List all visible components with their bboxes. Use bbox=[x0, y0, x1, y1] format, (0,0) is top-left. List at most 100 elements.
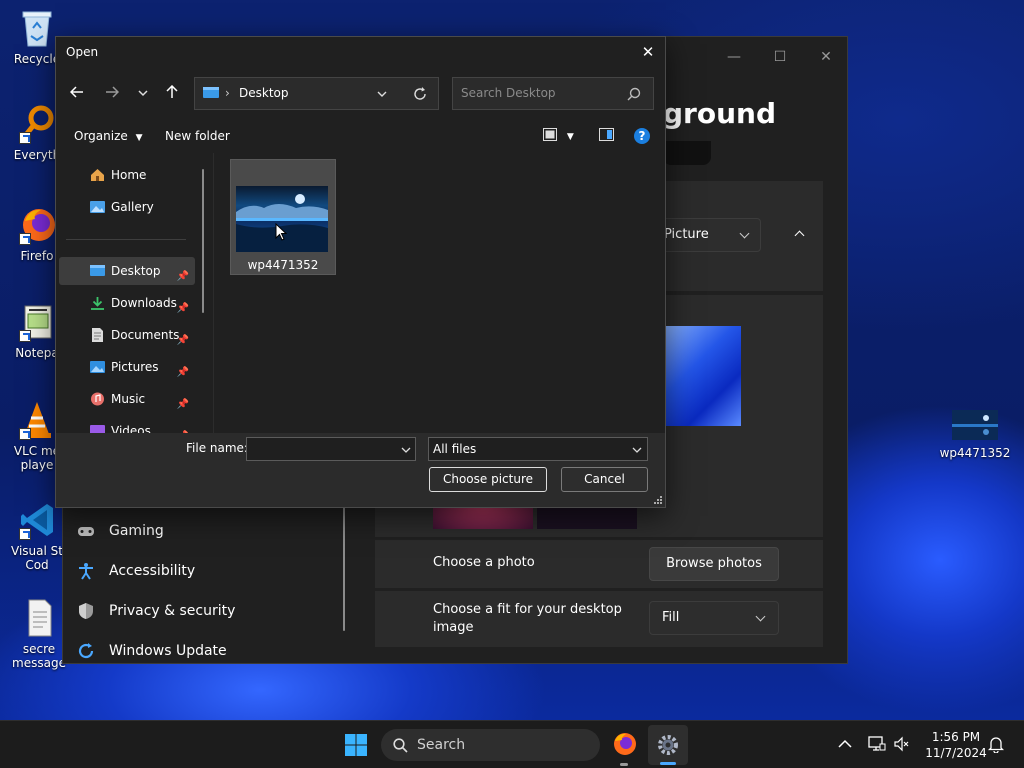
browse-photos-button[interactable]: Browse photos bbox=[649, 547, 779, 581]
taskbar-settings[interactable] bbox=[648, 725, 688, 765]
address-location[interactable]: Desktop bbox=[239, 78, 289, 109]
shortcut-arrow-icon bbox=[19, 233, 31, 245]
download-icon bbox=[91, 297, 104, 310]
file-type-select[interactable]: All files bbox=[428, 437, 648, 461]
vlc-cone-icon bbox=[19, 400, 55, 440]
nav-privacy-security[interactable]: Privacy & security bbox=[75, 593, 335, 629]
open-file-dialog: Open ✕ › Desktop Search Desktop Organize… bbox=[55, 36, 666, 508]
sidebar-item-documents[interactable]: Documents 📌 bbox=[59, 321, 195, 349]
sidebar-item-downloads[interactable]: Downloads 📌 bbox=[59, 289, 195, 317]
window-close-button[interactable]: ✕ bbox=[803, 43, 847, 71]
search-icon bbox=[393, 738, 408, 753]
collapse-button[interactable] bbox=[787, 221, 813, 247]
nav-scrollbar[interactable] bbox=[343, 507, 345, 631]
desktop-icon-wp4471352[interactable]: wp4471352 bbox=[938, 408, 1012, 460]
windows-logo-icon bbox=[345, 734, 367, 756]
new-folder-button[interactable]: New folder bbox=[165, 129, 230, 143]
address-bar[interactable]: › Desktop bbox=[194, 77, 439, 110]
arrow-left-icon bbox=[69, 86, 83, 98]
pin-icon[interactable]: 📌 bbox=[177, 327, 189, 355]
search-placeholder: Search Desktop bbox=[461, 86, 556, 100]
chevron-down-icon[interactable] bbox=[377, 89, 387, 99]
pin-icon[interactable]: 📌 bbox=[177, 391, 189, 419]
maximize-button[interactable]: ☐ bbox=[757, 43, 803, 71]
chevron-down-icon bbox=[755, 611, 766, 622]
chevron-up-icon bbox=[794, 230, 805, 241]
firefox-icon bbox=[19, 205, 55, 245]
notification-bell-icon[interactable] bbox=[988, 736, 1004, 753]
taskbar: Search 1:56 PM 11/7/2024 bbox=[0, 720, 1024, 768]
nav-windows-update[interactable]: Windows Update bbox=[75, 633, 335, 663]
arrow-up-icon bbox=[166, 84, 178, 98]
gallery-icon bbox=[90, 201, 105, 213]
sidebar-scrollbar[interactable] bbox=[202, 169, 204, 313]
shortcut-arrow-icon bbox=[19, 428, 31, 440]
title-decoration bbox=[663, 141, 711, 165]
choose-fit-label: Choose a fit for your desktop image bbox=[433, 602, 622, 635]
search-input[interactable]: Search Desktop bbox=[452, 77, 654, 110]
forward-button[interactable] bbox=[98, 79, 126, 109]
taskbar-search[interactable]: Search bbox=[381, 729, 600, 761]
chevron-down-icon[interactable] bbox=[401, 446, 411, 454]
back-button[interactable] bbox=[63, 79, 91, 109]
firefox-icon bbox=[614, 733, 636, 755]
sidebar-divider bbox=[66, 239, 186, 240]
documents-icon bbox=[92, 328, 103, 342]
file-item[interactable]: wp4471352 bbox=[230, 159, 336, 275]
refresh-icon[interactable] bbox=[413, 87, 427, 101]
taskbar-firefox[interactable] bbox=[612, 731, 638, 757]
preview-pane-icon bbox=[599, 128, 614, 141]
choose-photo-label: Choose a photo bbox=[433, 555, 535, 570]
dialog-close-button[interactable]: ✕ bbox=[631, 37, 665, 67]
videos-icon bbox=[90, 425, 105, 433]
volume-muted-icon[interactable] bbox=[894, 736, 910, 752]
organize-button[interactable]: Organize ▼ bbox=[74, 129, 143, 143]
mouse-cursor-icon bbox=[275, 223, 287, 241]
pin-icon[interactable]: 📌 bbox=[177, 359, 189, 387]
shortcut-arrow-icon bbox=[19, 132, 31, 144]
navigation-pane: Home Gallery Desktop 📌 Downloads 📌 Docum… bbox=[56, 153, 211, 433]
vscode-icon bbox=[19, 500, 55, 540]
nav-gaming[interactable]: Gaming bbox=[75, 513, 335, 549]
pin-icon[interactable]: 📌 bbox=[177, 263, 189, 291]
help-icon[interactable]: ? bbox=[634, 128, 650, 144]
nav-accessibility[interactable]: Accessibility bbox=[75, 553, 335, 589]
sidebar-item-music[interactable]: Music 📌 bbox=[59, 385, 195, 413]
sidebar-item-pictures[interactable]: Pictures 📌 bbox=[59, 353, 195, 381]
pin-icon[interactable]: 📌 bbox=[177, 423, 189, 433]
file-name-input[interactable] bbox=[246, 437, 416, 461]
chevron-up-icon[interactable] bbox=[838, 739, 852, 749]
view-options-button[interactable]: ▼ bbox=[543, 128, 574, 144]
sidebar-item-videos[interactable]: Videos 📌 bbox=[59, 417, 195, 433]
choose-picture-button[interactable]: Choose picture bbox=[429, 467, 547, 492]
minimize-button[interactable]: — bbox=[711, 43, 757, 71]
recent-image-bloom[interactable] bbox=[663, 326, 741, 426]
pane-divider[interactable] bbox=[213, 153, 214, 433]
shortcut-arrow-icon bbox=[19, 330, 31, 342]
chevron-down-icon bbox=[632, 447, 642, 453]
music-icon bbox=[91, 392, 104, 406]
sidebar-item-gallery[interactable]: Gallery bbox=[59, 193, 195, 221]
system-clock[interactable]: 1:56 PM 11/7/2024 bbox=[918, 729, 994, 761]
network-icon[interactable] bbox=[868, 736, 886, 752]
start-button[interactable] bbox=[344, 733, 368, 757]
up-button[interactable] bbox=[158, 79, 186, 109]
close-icon: ✕ bbox=[641, 43, 655, 61]
image-file-icon bbox=[952, 408, 998, 442]
sidebar-item-home[interactable]: Home bbox=[59, 161, 195, 189]
sidebar-item-desktop[interactable]: Desktop 📌 bbox=[59, 257, 195, 285]
recent-locations-button[interactable] bbox=[129, 79, 157, 109]
pin-icon[interactable]: 📌 bbox=[177, 295, 189, 323]
desktop-folder-icon bbox=[90, 265, 105, 276]
settings-page-title: ground bbox=[663, 97, 776, 130]
magnifier-icon bbox=[19, 104, 55, 144]
text-file-icon bbox=[21, 598, 57, 638]
background-type-select[interactable]: Picture bbox=[651, 218, 761, 252]
resize-grip-icon[interactable] bbox=[653, 495, 663, 505]
fit-select[interactable]: Fill bbox=[649, 601, 779, 635]
running-indicator bbox=[620, 763, 628, 766]
preview-pane-button[interactable] bbox=[599, 128, 614, 144]
cancel-button[interactable]: Cancel bbox=[561, 467, 648, 492]
clock-time: 1:56 PM bbox=[931, 730, 981, 744]
dropdown-arrow-icon: ▼ bbox=[566, 132, 574, 142]
